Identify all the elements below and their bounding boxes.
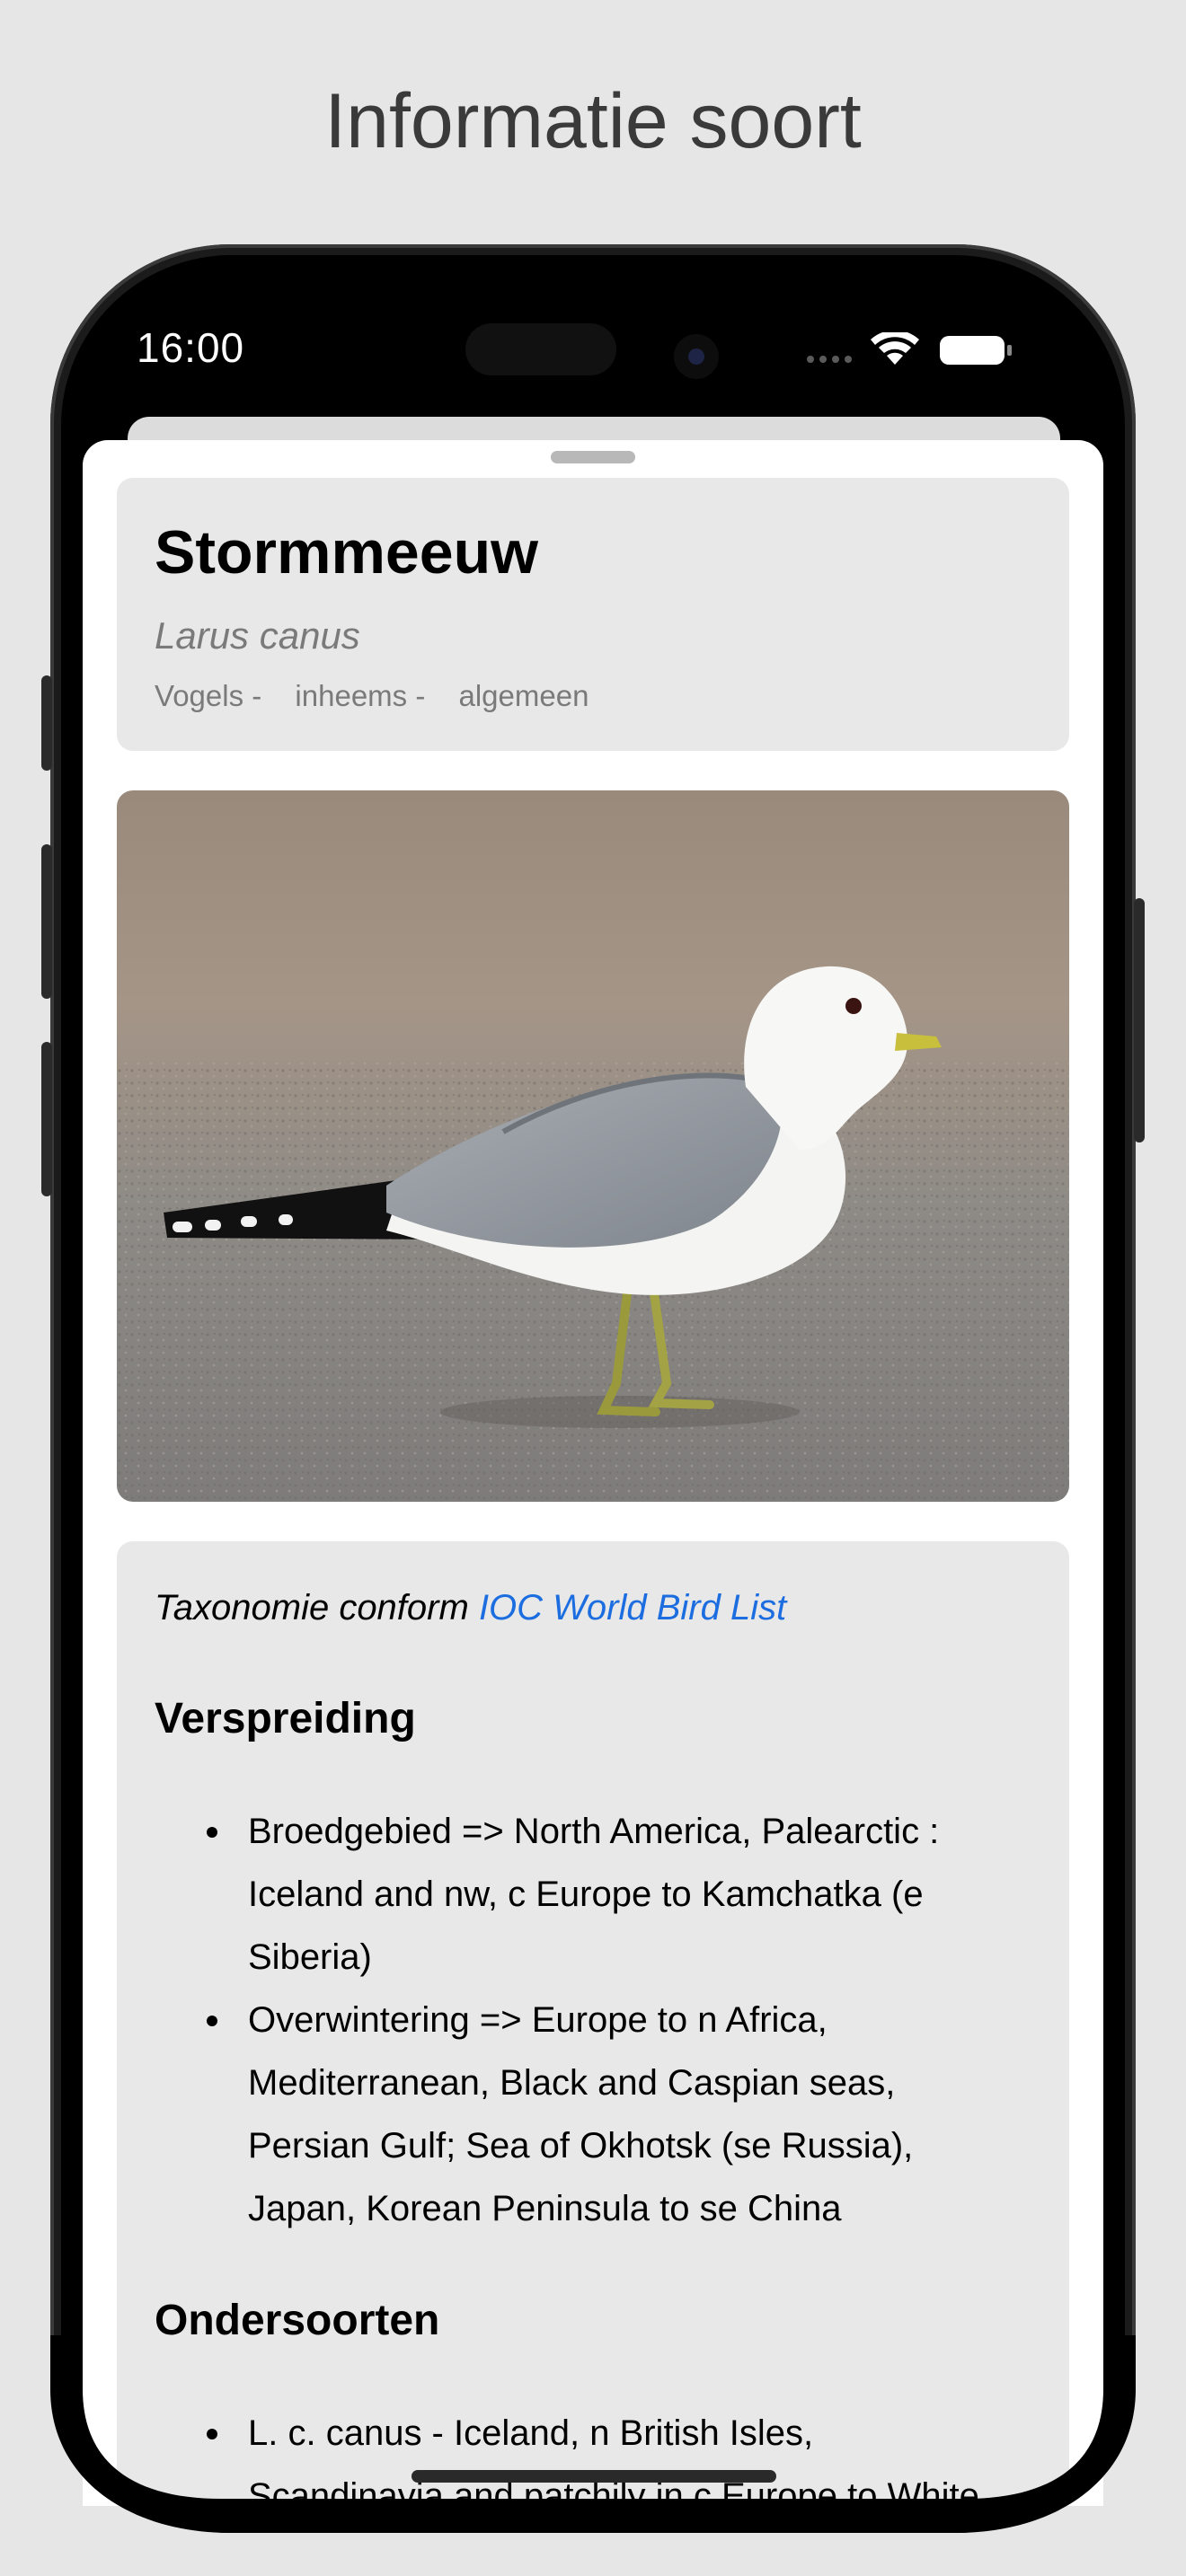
list-item: Broedgebied => North America, Palearctic… bbox=[155, 1800, 1017, 1989]
list-item: Overwintering => Europe to n Africa, Med… bbox=[155, 1989, 1017, 2240]
status-time: 16:00 bbox=[137, 324, 245, 371]
power-button bbox=[1134, 898, 1145, 1142]
page-title: Informatie soort bbox=[324, 78, 862, 164]
dynamic-island bbox=[465, 323, 616, 375]
status-icons bbox=[807, 332, 1012, 365]
taxonomy-prefix: Taxonomie conform bbox=[155, 1588, 469, 1628]
volume-down-button bbox=[41, 1042, 52, 1196]
latin-name: Larus canus bbox=[155, 614, 360, 657]
camera-icon bbox=[674, 334, 719, 379]
species-tags: Vogels - inheems - algemeen bbox=[155, 679, 614, 713]
tag-group: Vogels - bbox=[155, 679, 262, 712]
phone-bottom-bezel bbox=[50, 2335, 1136, 2533]
wifi-icon bbox=[871, 332, 919, 365]
species-photo bbox=[117, 790, 1069, 1502]
volume-up-button bbox=[41, 844, 52, 999]
species-name: Stormmeeuw bbox=[155, 518, 538, 587]
home-indicator[interactable] bbox=[412, 2470, 776, 2483]
tag-frequency: algemeen bbox=[458, 679, 589, 712]
taxonomy-line: Taxonomie conform IOC World Bird List bbox=[155, 1588, 786, 1628]
sheet-grabber[interactable] bbox=[551, 451, 635, 463]
action-button bbox=[41, 675, 52, 771]
verspreiding-list: Broedgebied => North America, Palearctic… bbox=[155, 1800, 1017, 2240]
ioc-link[interactable]: IOC World Bird List bbox=[479, 1588, 786, 1628]
signal-icon bbox=[807, 356, 852, 363]
heading-verspreiding: Verspreiding bbox=[155, 1695, 416, 1742]
battery-icon bbox=[940, 336, 1012, 365]
tag-status: inheems - bbox=[295, 679, 426, 712]
